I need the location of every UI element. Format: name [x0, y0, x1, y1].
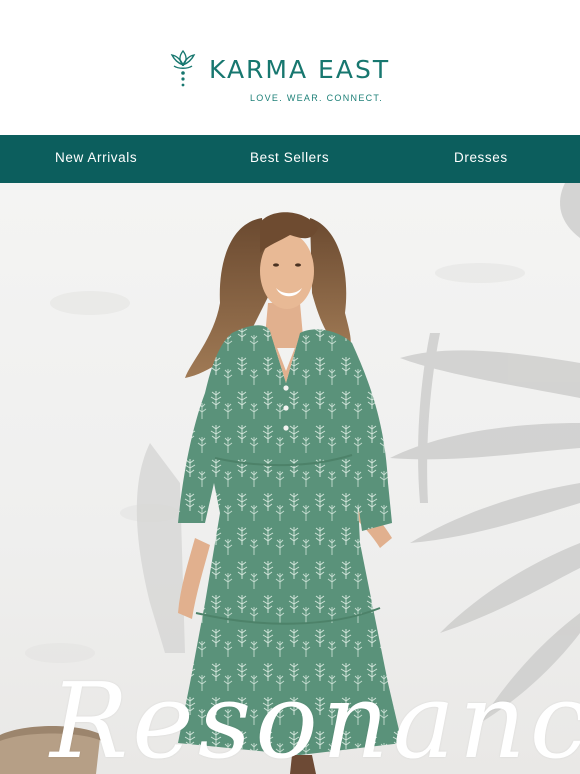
hero-banner[interactable]: Resonance [0, 183, 580, 774]
nav-new-arrivals[interactable]: New Arrivals [55, 135, 137, 183]
hero-title: Resonance [50, 660, 580, 774]
lotus-icon [170, 49, 196, 87]
brand-tagline: LOVE. WEAR. CONNECT. [250, 93, 384, 103]
brand-logo[interactable]: KARMA EAST LOVE. WEAR. CONNECT. [168, 48, 428, 108]
category-navbar: New Arrivals Best Sellers Dresses [0, 135, 580, 183]
nav-dresses[interactable]: Dresses [454, 135, 508, 183]
nav-best-sellers[interactable]: Best Sellers [250, 135, 329, 183]
email-header: KARMA EAST LOVE. WEAR. CONNECT. [0, 0, 580, 135]
brand-name: KARMA EAST [209, 55, 391, 84]
